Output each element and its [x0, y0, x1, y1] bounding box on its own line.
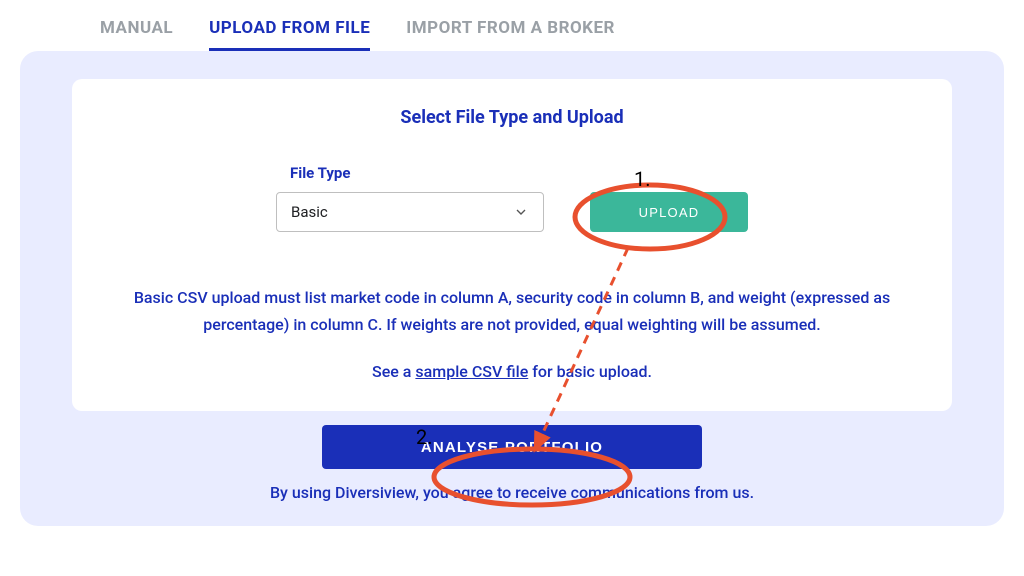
annotation-label-2: 2.	[416, 425, 433, 449]
sample-csv-link[interactable]: sample CSV file	[415, 362, 528, 381]
tab-manual[interactable]: MANUAL	[100, 18, 173, 51]
upload-card: Select File Type and Upload File Type Ba…	[72, 79, 952, 411]
sample-suffix: for basic upload.	[532, 362, 652, 381]
file-type-value: Basic	[291, 203, 513, 221]
sample-prefix: See a	[372, 362, 415, 381]
file-type-field: File Type Basic	[276, 164, 544, 232]
sample-line: See a sample CSV file for basic upload.	[112, 362, 912, 381]
panel-title: Select File Type and Upload	[112, 107, 912, 128]
tab-upload-from-file[interactable]: UPLOAD FROM FILE	[209, 18, 370, 51]
upload-button[interactable]: UPLOAD	[590, 192, 748, 232]
file-type-label: File Type	[290, 164, 350, 182]
tab-bar: MANUAL UPLOAD FROM FILE IMPORT FROM A BR…	[0, 0, 1024, 51]
upload-row: File Type Basic UPLOAD	[112, 164, 912, 232]
analyse-portfolio-button[interactable]: ANALYSE PORTFOLIO	[322, 425, 702, 469]
upload-panel: Select File Type and Upload File Type Ba…	[20, 51, 1004, 526]
file-type-select[interactable]: Basic	[276, 192, 544, 232]
agree-text: By using Diversiview, you agree to recei…	[72, 483, 952, 502]
annotation-label-1: 1.	[634, 167, 651, 191]
chevron-down-icon	[513, 204, 529, 220]
tab-import-from-broker[interactable]: IMPORT FROM A BROKER	[406, 18, 615, 51]
help-text: Basic CSV upload must list market code i…	[132, 284, 892, 338]
analyse-wrap: ANALYSE PORTFOLIO	[72, 425, 952, 469]
